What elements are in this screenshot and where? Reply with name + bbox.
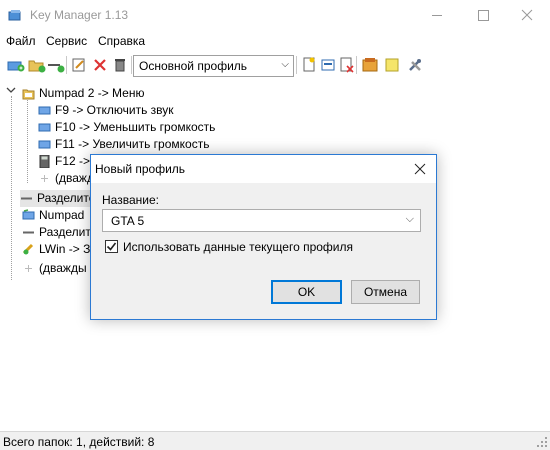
tree-item-label: F9 -> Отключить звук xyxy=(55,103,174,117)
name-label: Название: xyxy=(102,193,159,207)
add-separator-button[interactable] xyxy=(45,54,67,76)
status-text: Всего папок: 1, действий: 8 xyxy=(3,435,155,449)
plus-icon xyxy=(41,175,48,182)
menu-service[interactable]: Сервис xyxy=(46,34,87,48)
import-icon xyxy=(362,58,378,72)
close-icon xyxy=(521,9,533,21)
toolbar-separator xyxy=(296,56,297,74)
key-action-icon xyxy=(38,106,51,115)
delete-profile-button[interactable] xyxy=(336,54,358,76)
delete-button[interactable] xyxy=(89,54,111,76)
profile-select[interactable]: Основной профиль ⌵ xyxy=(133,55,294,77)
toolbar-separator xyxy=(66,56,67,74)
window-title: Key Manager 1.13 xyxy=(30,8,129,22)
new-profile-icon xyxy=(303,57,315,72)
main-window: Key Manager 1.13 Файл Сервис Справка Осн… xyxy=(0,0,550,450)
notes-icon xyxy=(385,58,399,72)
trash-icon xyxy=(115,59,125,72)
clear-button[interactable] xyxy=(109,54,131,76)
status-bar: Всего папок: 1, действий: 8 xyxy=(0,431,550,450)
add-key-icon xyxy=(7,61,25,72)
maximize-button[interactable] xyxy=(460,0,506,31)
menu-file[interactable]: Файл xyxy=(6,34,36,48)
calculator-icon xyxy=(39,155,50,168)
key-action-icon xyxy=(38,123,51,132)
new-profile-dialog: Новый профиль Название: GTA 5 ⌵ Использо… xyxy=(90,154,437,320)
tree-item-label: Разделите xyxy=(37,191,96,205)
rename-profile-icon xyxy=(321,59,335,71)
dialog-title: Новый профиль xyxy=(95,162,186,176)
tree-item-label: Разделите xyxy=(39,225,98,239)
menu-bar: Файл Сервис Справка xyxy=(0,31,550,51)
key-action-icon xyxy=(38,140,51,149)
app-key-icon xyxy=(8,10,21,21)
plus-icon xyxy=(25,265,32,272)
folder-icon xyxy=(22,89,35,100)
expand-chevron-icon[interactable] xyxy=(6,87,16,95)
tools-icon xyxy=(409,59,421,71)
toolbar-separator xyxy=(131,56,132,74)
key-action-icon xyxy=(22,209,35,220)
title-bar: Key Manager 1.13 xyxy=(0,0,550,31)
menu-help[interactable]: Справка xyxy=(98,34,145,48)
delete-icon xyxy=(94,59,106,71)
separator-icon xyxy=(21,197,32,200)
edit-button[interactable] xyxy=(68,54,90,76)
tree-item-label: (дважды xyxy=(39,261,87,275)
chevron-down-icon[interactable]: ⌵ xyxy=(406,213,414,226)
close-window-button[interactable] xyxy=(504,0,550,31)
folder-add-icon xyxy=(28,60,46,73)
tree-guide xyxy=(11,96,12,280)
maximize-icon xyxy=(478,10,489,21)
import-button[interactable] xyxy=(359,54,381,76)
tree-item-label: F12 -> xyxy=(55,154,91,168)
edit-icon xyxy=(72,58,85,72)
tree-item-label: F10 -> Уменьшить громкость xyxy=(55,120,216,134)
close-icon xyxy=(414,163,426,175)
cancel-button[interactable]: Отмена xyxy=(351,280,420,304)
toolbar-separator xyxy=(356,56,357,74)
resize-grip-icon[interactable] xyxy=(536,436,548,448)
tree-guide xyxy=(27,98,28,183)
launch-icon xyxy=(22,243,34,255)
profile-name-combo[interactable]: GTA 5 ⌵ xyxy=(102,209,421,232)
dialog-close-button[interactable] xyxy=(410,159,430,179)
dialog-title-bar: Новый профиль xyxy=(91,155,436,183)
use-current-profile-label[interactable]: Использовать данные текущего профиля xyxy=(123,240,353,254)
profile-name-value: GTA 5 xyxy=(111,214,145,228)
add-key-button[interactable] xyxy=(5,54,27,76)
tree-item-label: F11 -> Увеличить громкость xyxy=(55,137,210,151)
minimize-button[interactable] xyxy=(414,0,460,31)
ok-button[interactable]: OK xyxy=(271,280,342,304)
checkmark-icon xyxy=(106,242,117,251)
tree-item-label: LWin -> З xyxy=(39,242,91,256)
delete-profile-icon xyxy=(340,57,354,73)
use-current-profile-checkbox[interactable] xyxy=(105,240,118,253)
minimize-icon xyxy=(432,15,442,16)
tree-folder-label: Numpad 2 -> Меню xyxy=(39,86,145,100)
tree-item-label: Numpad xyxy=(39,208,85,222)
settings-button[interactable] xyxy=(404,54,426,76)
chevron-down-icon: ⌵ xyxy=(281,59,289,70)
export-button[interactable] xyxy=(381,54,403,76)
separator-icon xyxy=(23,231,34,234)
separator-add-icon xyxy=(48,64,65,73)
profile-select-value: Основной профиль xyxy=(139,59,248,73)
